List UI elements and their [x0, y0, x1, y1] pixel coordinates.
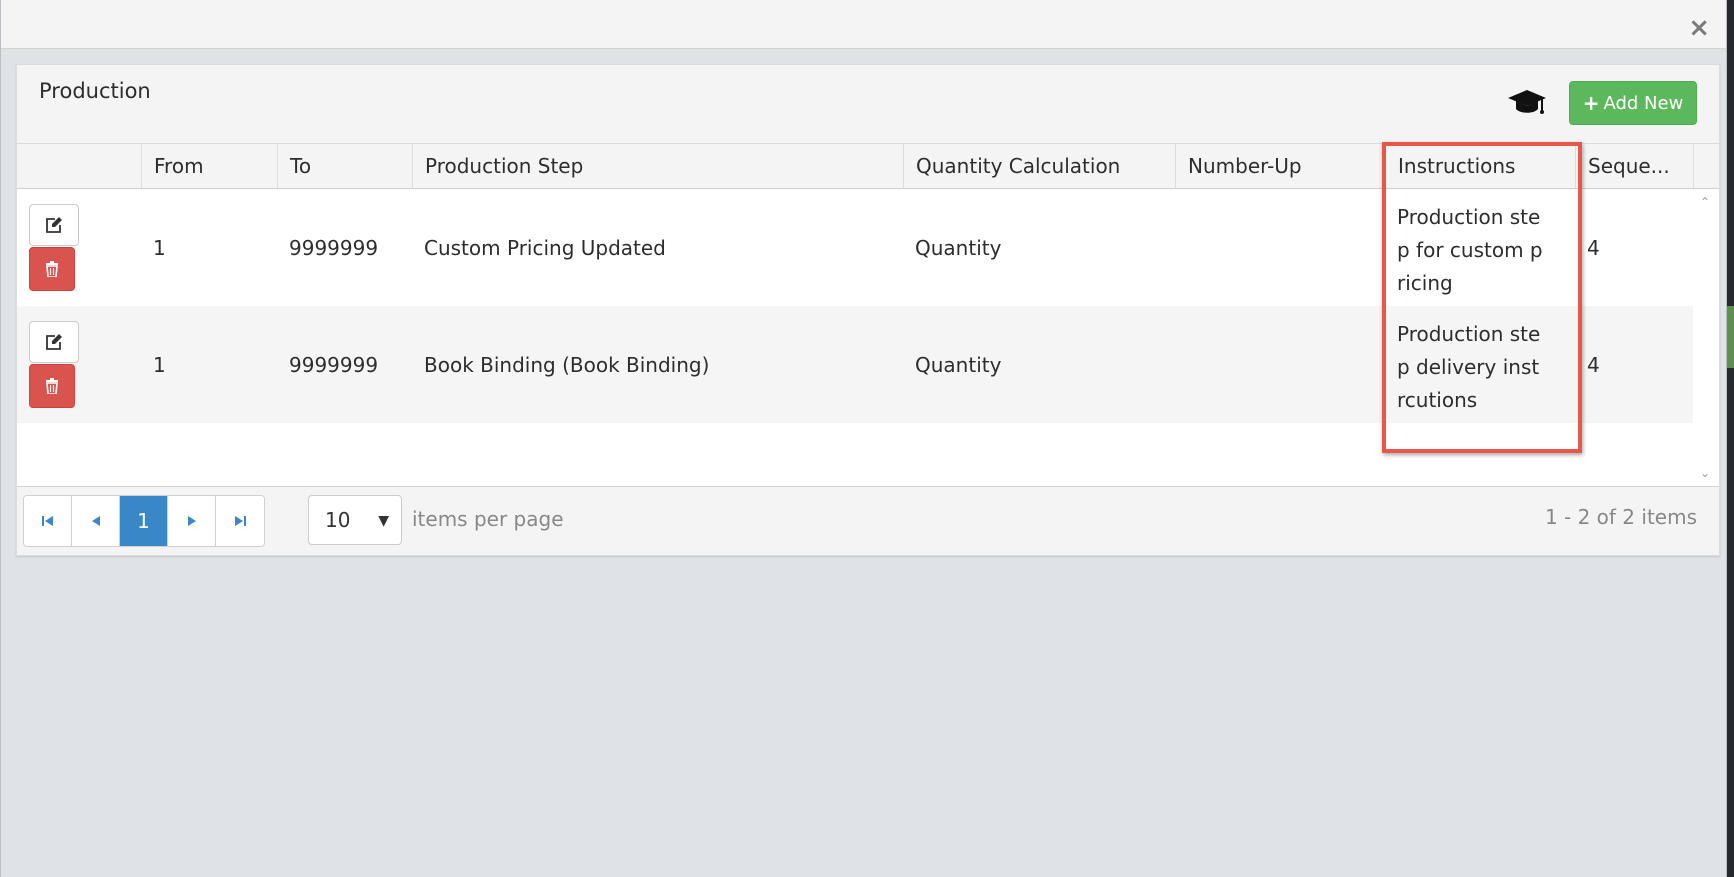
delete-button[interactable] — [29, 364, 75, 408]
modal-dialog: × Production + Add New From To Productio… — [0, 0, 1727, 877]
window-edge — [1727, 0, 1734, 877]
next-page-button[interactable] — [168, 496, 216, 546]
close-button[interactable]: × — [1688, 8, 1710, 48]
cell-instructions: Production step for custom pricing — [1397, 205, 1543, 295]
trash-icon — [46, 378, 58, 394]
graduation-cap-icon[interactable] — [1507, 87, 1547, 117]
table-row[interactable]: 1 9999999 Custom Pricing Updated Quantit… — [17, 189, 1693, 306]
next-page-icon — [187, 516, 196, 526]
page-1-button[interactable]: 1 — [120, 496, 168, 546]
add-new-button[interactable]: + Add New — [1569, 81, 1697, 125]
page-size-value: 10 — [325, 508, 351, 532]
column-header-sequence[interactable]: Seque... — [1575, 144, 1693, 189]
cell-instructions: Production step delivery instrcutions — [1397, 322, 1541, 412]
caret-down-icon: ▼ — [378, 513, 389, 529]
add-new-label: Add New — [1603, 92, 1684, 114]
panel-title: Production — [39, 79, 151, 103]
edit-button[interactable] — [29, 204, 79, 246]
grid-body: 1 9999999 Custom Pricing Updated Quantit… — [17, 189, 1719, 487]
cell-production-step: Book Binding (Book Binding) — [424, 352, 710, 377]
cell-sequence: 4 — [1587, 352, 1600, 377]
cell-from: 1 — [153, 235, 166, 260]
cell-quantity-calculation: Quantity — [915, 235, 1002, 260]
table-row[interactable]: 1 9999999 Book Binding (Book Binding) Qu… — [17, 306, 1693, 423]
header-scroll-spacer — [1693, 144, 1719, 189]
production-panel: Production + Add New From To Production … — [16, 64, 1720, 556]
cell-to: 9999999 — [289, 235, 379, 260]
delete-button[interactable] — [29, 247, 75, 291]
grid-header: From To Production Step Quantity Calcula… — [17, 143, 1719, 189]
trash-icon — [46, 261, 58, 277]
previous-page-icon — [91, 516, 100, 526]
cell-quantity-calculation: Quantity — [915, 352, 1002, 377]
edit-icon — [46, 217, 62, 233]
cell-to: 9999999 — [289, 352, 379, 377]
scroll-up-icon[interactable]: ⌃ — [1700, 195, 1710, 209]
last-page-button[interactable] — [216, 496, 264, 546]
items-per-page-label: items per page — [412, 507, 564, 531]
column-header-actions — [17, 144, 141, 189]
edit-button[interactable] — [29, 321, 79, 363]
column-header-from[interactable]: From — [141, 144, 277, 189]
column-header-instructions[interactable]: Instructions — [1385, 144, 1575, 189]
scroll-down-icon[interactable]: ⌄ — [1700, 466, 1710, 480]
page-size-select[interactable]: 10 ▼ — [308, 495, 402, 545]
first-page-icon — [41, 516, 53, 526]
column-header-number-up[interactable]: Number-Up — [1175, 144, 1385, 189]
cell-production-step: Custom Pricing Updated — [424, 235, 666, 260]
vertical-scrollbar[interactable]: ⌃ ⌄ — [1693, 189, 1719, 486]
last-page-icon — [235, 516, 246, 526]
first-page-button[interactable] — [24, 496, 72, 546]
cell-number-up — [1175, 189, 1385, 306]
item-count: 1 - 2 of 2 items — [1544, 505, 1697, 529]
pager-buttons: 1 — [23, 495, 265, 547]
pager: 1 10 ▼ items per page 1 - 2 of 2 items — [17, 487, 1719, 555]
column-header-production-step[interactable]: Production Step — [412, 144, 903, 189]
column-header-to[interactable]: To — [277, 144, 412, 189]
edit-icon — [46, 334, 62, 350]
cell-number-up — [1175, 306, 1385, 423]
column-header-quantity-calculation[interactable]: Quantity Calculation — [903, 144, 1175, 189]
cell-sequence: 4 — [1587, 235, 1600, 260]
previous-page-button[interactable] — [72, 496, 120, 546]
cell-from: 1 — [153, 352, 166, 377]
background-accent — [1727, 306, 1734, 368]
modal-header: × — [1, 0, 1726, 49]
plus-icon: + — [1582, 91, 1600, 115]
